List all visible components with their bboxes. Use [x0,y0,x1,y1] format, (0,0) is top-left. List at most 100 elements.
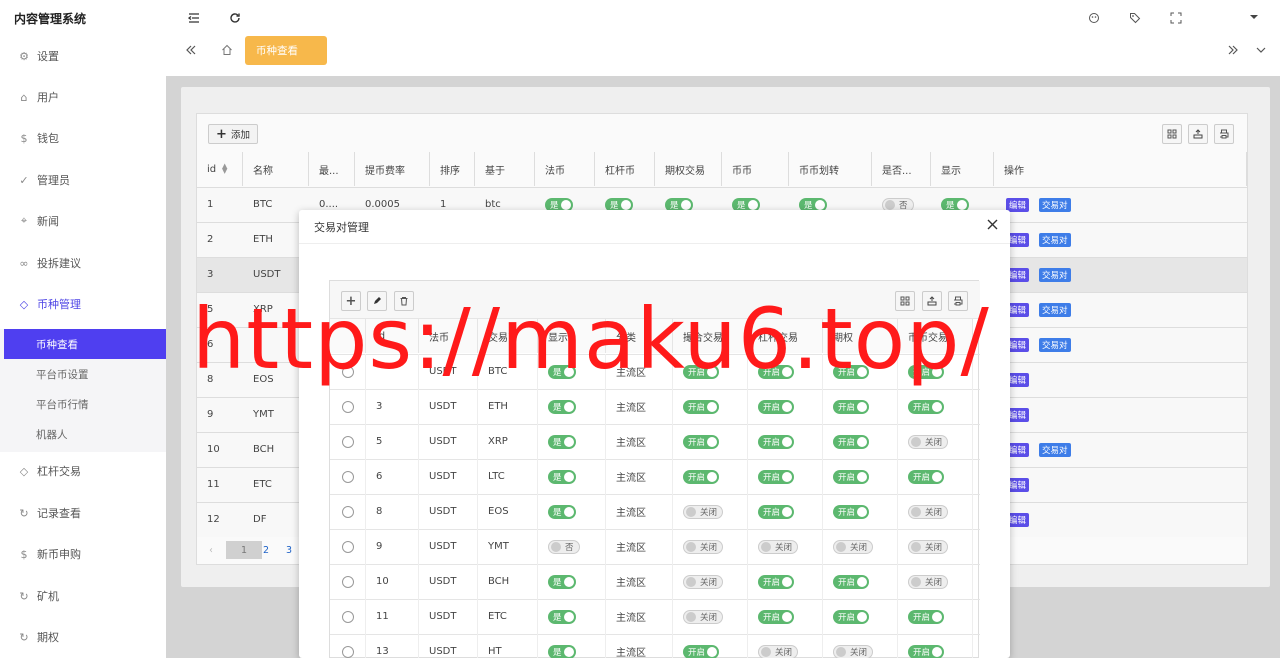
show-toggle[interactable]: 是 [548,609,576,624]
option-toggle[interactable]: 开启 [833,399,870,414]
pair-column-header[interactable]: 分类 [606,319,673,353]
columns-icon[interactable] [895,291,915,311]
pagination-prev-icon[interactable]: ‹ [202,541,220,559]
refresh-icon[interactable] [227,10,243,26]
row-radio[interactable] [342,435,354,448]
spot-toggle[interactable]: 关闭 [908,504,949,519]
export-icon[interactable] [922,291,942,311]
tab-coin-view[interactable]: 币种查看 [245,36,327,65]
column-header[interactable]: 期权交易 [655,152,722,186]
sidebar-item-7[interactable]: ◇ 杠杆交易 [0,451,166,491]
leverage-toggle[interactable]: 开启 [758,364,795,379]
match-toggle[interactable]: 关闭 [683,504,724,519]
sort-icon[interactable]: ▲ ▼ [222,163,227,175]
leverage-toggle[interactable]: 开启 [758,504,795,519]
sidebar-item-3[interactable]: ✓ 管理员 [0,160,166,200]
edit-button[interactable]: 编辑 [1006,197,1030,212]
row-radio[interactable] [342,575,354,588]
match-toggle[interactable]: 开启 [683,399,720,414]
option-toggle[interactable]: 开启 [833,504,870,519]
pair-column-header[interactable]: 交易币 [478,319,538,353]
sidebar-item-8[interactable]: ↻ 记录查看 [0,493,166,533]
match-toggle[interactable]: 关闭 [683,574,724,589]
match-toggle[interactable]: 开启 [683,364,720,379]
home-icon[interactable] [219,42,235,58]
row-radio[interactable] [342,365,354,378]
show-toggle[interactable]: 是 [548,574,576,589]
column-header[interactable]: 法币 [535,152,595,186]
column-header[interactable]: 杠杆币 [595,152,655,186]
print-icon[interactable] [1214,124,1234,144]
fullscreen-icon[interactable] [1168,10,1184,26]
spot-toggle[interactable]: 开启 [908,469,945,484]
match-toggle[interactable]: 开启 [683,434,720,449]
pair-column-header[interactable] [330,319,366,353]
spot-toggle[interactable]: 开启 [908,364,945,379]
option-toggle[interactable]: 关闭 [833,644,874,658]
column-header[interactable]: 名称 [243,152,309,186]
leverage-toggle[interactable]: 关闭 [758,539,799,554]
leverage-toggle[interactable]: 开启 [758,574,795,589]
trading-pair-button[interactable]: 交易对 [1039,232,1071,247]
trading-pair-button[interactable]: 交易对 [1039,302,1071,317]
sidebar-item-11[interactable]: ↻ 期权 [0,617,166,657]
columns-icon[interactable] [1162,124,1182,144]
leverage-toggle[interactable]: 开启 [758,469,795,484]
sidebar-item-1[interactable]: ⌂ 用户 [0,77,166,117]
show-toggle[interactable]: 是 [548,399,576,414]
match-toggle[interactable]: 开启 [683,469,720,484]
collapse-menu-icon[interactable] [186,10,202,26]
spot-toggle[interactable]: 关闭 [908,574,949,589]
page-2[interactable]: 2 [257,541,275,559]
option-toggle[interactable]: 开启 [833,574,870,589]
submenu-item-0[interactable]: 币种查看 [4,329,166,359]
pair-column-header[interactable]: 撮合交易 [673,319,748,353]
edit-icon[interactable] [367,291,387,311]
show-toggle[interactable]: 是 [548,504,576,519]
submenu-item-1[interactable]: 平台币设置 [0,359,166,389]
user-menu-chevron-icon[interactable] [1246,9,1262,25]
show-toggle[interactable]: 是 [548,469,576,484]
column-header[interactable]: 操作 [994,152,1247,186]
submenu-item-3[interactable]: 机器人 [0,419,166,449]
theme-icon[interactable] [1086,10,1102,26]
column-header[interactable]: 排序 [430,152,475,186]
option-toggle[interactable]: 开启 [833,469,870,484]
row-radio[interactable] [342,505,354,518]
option-toggle[interactable]: 开启 [833,434,870,449]
delete-icon[interactable] [394,291,414,311]
match-toggle[interactable]: 关闭 [683,539,724,554]
print-icon[interactable] [948,291,968,311]
row-radio[interactable] [342,645,354,658]
row-radio[interactable] [342,400,354,413]
column-header[interactable]: 提币费率 [355,152,430,186]
option-toggle[interactable]: 关闭 [833,539,874,554]
trading-pair-button[interactable]: 交易对 [1039,197,1071,212]
trading-pair-button[interactable]: 交易对 [1039,442,1071,457]
match-toggle[interactable]: 开启 [683,644,720,658]
leverage-toggle[interactable]: 开启 [758,399,795,414]
export-icon[interactable] [1188,124,1208,144]
leverage-toggle[interactable]: 开启 [758,609,795,624]
add-icon[interactable]: + [341,291,361,311]
column-header[interactable]: 币币划转 [789,152,872,186]
pair-column-header[interactable]: 显示 [538,319,606,353]
row-radio[interactable] [342,610,354,623]
column-header[interactable]: 最... [309,152,355,186]
leverage-toggle[interactable]: 关闭 [758,644,799,658]
trading-pair-button[interactable]: 交易对 [1039,267,1071,282]
sidebar-item-4[interactable]: ⌖ 新闻 [0,201,166,241]
spot-toggle[interactable]: 关闭 [908,434,949,449]
tag-icon[interactable] [1127,10,1143,26]
match-toggle[interactable]: 关闭 [683,609,724,624]
column-header[interactable]: id [197,152,243,186]
tabs-dropdown-icon[interactable] [1253,42,1269,58]
column-header[interactable]: 基于 [475,152,535,186]
pair-column-header[interactable]: 法币 [419,319,478,353]
page-3[interactable]: 3 [280,541,298,559]
trading-pair-button[interactable]: 交易对 [1039,337,1071,352]
spot-toggle[interactable]: 关闭 [908,539,949,554]
sidebar-item-0[interactable]: ⚙ 设置 [0,36,166,76]
sidebar-item-9[interactable]: $ 新币申购 [0,534,166,574]
row-radio[interactable] [342,540,354,553]
